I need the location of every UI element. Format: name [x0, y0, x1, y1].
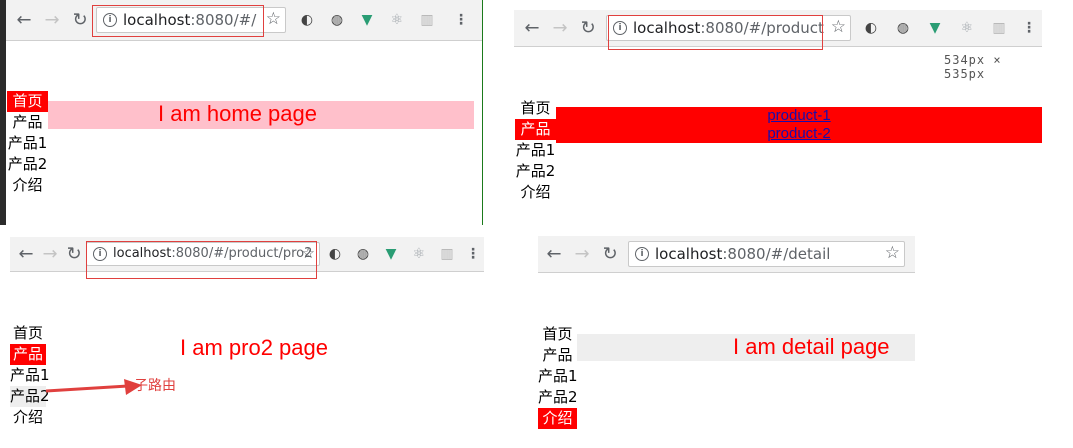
arrow-right-icon	[46, 379, 142, 395]
nav-item-product2[interactable]: 产品2	[538, 387, 578, 408]
extension-b-icon[interactable]: ◍	[894, 19, 912, 37]
nav-menu: 首页 产品 产品1 产品2 介绍	[515, 98, 556, 203]
nav-item-product[interactable]: 产品	[538, 345, 577, 366]
extension-b-icon[interactable]: ◍	[354, 245, 372, 263]
nav-item-home[interactable]: 首页	[538, 324, 577, 345]
viewport-size-label: 534px × 535px	[944, 53, 1002, 81]
nav-item-product2[interactable]: 产品2	[7, 154, 48, 175]
forward-icon[interactable]: →	[572, 244, 592, 265]
panel-product: ← → ↻ i localhost:8080/#/product ☆ ◐ ◍ ▼…	[514, 10, 1042, 210]
reload-icon[interactable]: ↻	[578, 18, 598, 39]
layout-icon[interactable]: ▥	[418, 11, 436, 29]
chrome-menu-icon[interactable]: ⋮	[464, 245, 482, 263]
panel-detail: ← → ↻ i localhost:8080/#/detail ☆ I am d…	[538, 236, 915, 436]
reload-icon[interactable]: ↻	[70, 10, 90, 31]
nav-item-product1[interactable]: 产品1	[7, 133, 48, 154]
back-icon[interactable]: ←	[16, 244, 36, 265]
sub-links: product-1 product-2	[556, 107, 1042, 143]
forward-icon[interactable]: →	[42, 10, 62, 31]
info-icon[interactable]: i	[635, 247, 649, 261]
nav-item-product[interactable]: 产品	[515, 119, 556, 140]
vue-devtools-icon[interactable]: ▼	[382, 245, 400, 263]
extension-a-icon[interactable]: ◐	[298, 11, 316, 29]
nav-menu: 首页 产品 产品1 产品2 介绍	[538, 324, 578, 429]
react-devtools-icon[interactable]: ⚛	[388, 11, 406, 29]
panel-pro2: ← → ↻ i localhost:8080/#/product/pro2 ☆ …	[10, 237, 484, 437]
nav-item-product1[interactable]: 产品1	[538, 366, 578, 387]
forward-icon[interactable]: →	[40, 244, 60, 265]
page-content-text: I am pro2 page	[180, 335, 328, 360]
layout-icon[interactable]: ▥	[438, 245, 456, 263]
nav-item-product1[interactable]: 产品1	[10, 365, 50, 386]
url-highlight-box	[92, 5, 264, 37]
extension-b-icon[interactable]: ◍	[328, 11, 346, 29]
panel-home: ← → ↻ i localhost:8080/#/ ☆ ◐ ◍ ▼ ⚛ ▥ ⋮ …	[0, 0, 484, 225]
nav-item-home[interactable]: 首页	[515, 98, 556, 119]
nav-item-product[interactable]: 产品	[10, 344, 46, 365]
forward-icon[interactable]: →	[550, 18, 570, 39]
nav-item-about[interactable]: 介绍	[538, 408, 577, 429]
url-text: localhost:8080/#/detail	[655, 245, 830, 263]
nav-item-about[interactable]: 介绍	[7, 175, 48, 196]
annotation-sub-route: 子路由	[134, 378, 176, 394]
back-icon[interactable]: ←	[522, 18, 542, 39]
page-content-text: I am home page	[158, 101, 317, 126]
url-highlight-box	[608, 15, 823, 50]
url-path: :8080/#/detail	[722, 245, 831, 263]
nav-item-home[interactable]: 首页	[7, 91, 48, 112]
nav-item-product2[interactable]: 产品2	[10, 386, 50, 407]
nav-item-home[interactable]: 首页	[10, 323, 46, 344]
back-icon[interactable]: ←	[14, 10, 34, 31]
nav-item-about[interactable]: 介绍	[10, 407, 46, 428]
nav-item-product1[interactable]: 产品1	[515, 140, 556, 161]
vue-devtools-icon[interactable]: ▼	[926, 19, 944, 37]
link-product-1[interactable]: product-1	[556, 107, 1042, 125]
extension-a-icon[interactable]: ◐	[326, 245, 344, 263]
react-devtools-icon[interactable]: ⚛	[410, 245, 428, 263]
nav-menu: 首页 产品 产品1 产品2 介绍	[7, 91, 48, 196]
chrome-menu-icon[interactable]: ⋮	[1020, 19, 1038, 37]
page-content-text: I am detail page	[733, 334, 890, 359]
address-bar[interactable]: i localhost:8080/#/detail ☆	[628, 241, 905, 267]
back-icon[interactable]: ←	[544, 244, 564, 265]
bookmark-star-icon[interactable]: ☆	[885, 243, 900, 263]
extension-a-icon[interactable]: ◐	[862, 19, 880, 37]
browser-toolbar: ← → ↻ i localhost:8080/#/detail ☆	[538, 236, 915, 273]
vue-devtools-icon[interactable]: ▼	[358, 11, 376, 29]
bookmark-star-icon[interactable]: ☆	[831, 17, 846, 37]
nav-item-product2[interactable]: 产品2	[515, 161, 556, 182]
chrome-menu-icon[interactable]: ⋮	[452, 11, 470, 29]
url-host: localhost	[655, 245, 723, 263]
url-highlight-box	[86, 241, 317, 279]
nav-menu: 首页 产品 产品1 产品2 介绍	[10, 323, 50, 428]
right-border	[482, 0, 483, 225]
reload-icon[interactable]: ↻	[600, 244, 620, 265]
nav-item-product[interactable]: 产品	[7, 112, 48, 133]
layout-icon[interactable]: ▥	[990, 19, 1008, 37]
link-product-2[interactable]: product-2	[556, 125, 1042, 143]
reload-icon[interactable]: ↻	[64, 244, 84, 265]
content-band: product-1 product-2	[556, 107, 1042, 143]
react-devtools-icon[interactable]: ⚛	[958, 19, 976, 37]
nav-item-about[interactable]: 介绍	[515, 182, 556, 203]
bookmark-star-icon[interactable]: ☆	[266, 9, 281, 29]
